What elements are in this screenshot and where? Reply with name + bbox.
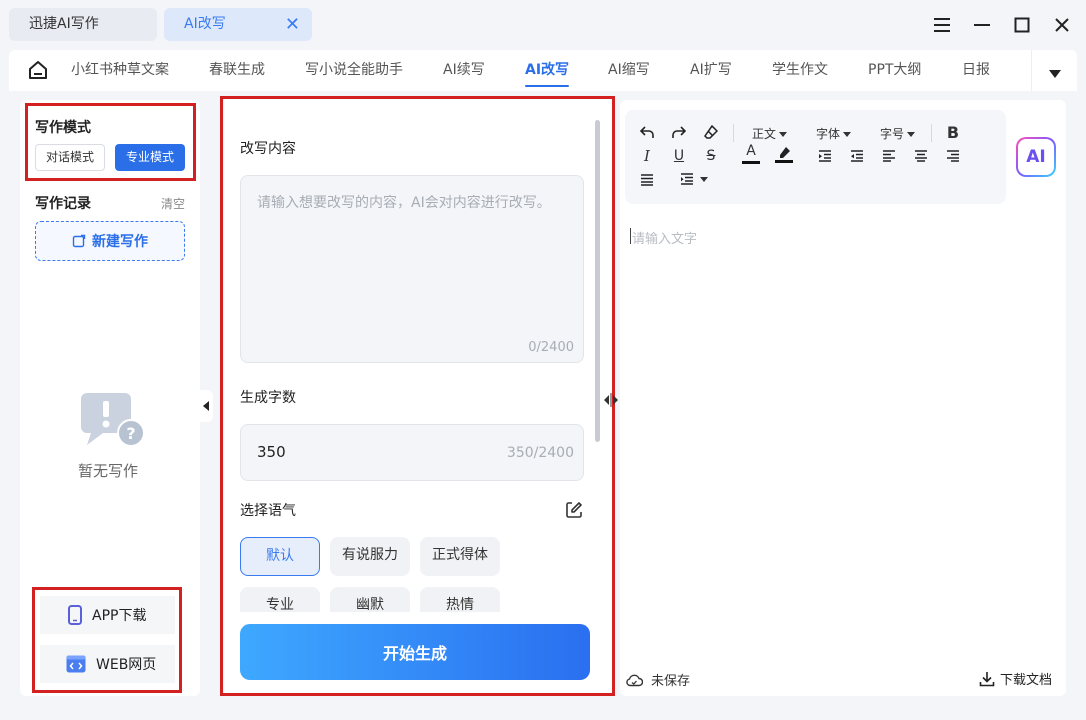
nav-item-ai-expand[interactable]: AI扩写 xyxy=(690,50,732,91)
line-height-icon xyxy=(681,173,693,185)
nav-item-chunlian[interactable]: 春联生成 xyxy=(209,50,265,91)
italic-button[interactable]: I xyxy=(636,145,658,167)
menu-icon[interactable] xyxy=(929,12,955,38)
highlight-box-download xyxy=(32,587,182,693)
tab-close-icon[interactable]: ✕ xyxy=(285,8,300,41)
nav-item-ai-shorten[interactable]: AI缩写 xyxy=(608,50,650,91)
nav-item-student-essay[interactable]: 学生作文 xyxy=(772,50,828,91)
font-size-dropdown[interactable]: 字号 xyxy=(880,125,916,142)
eraser-icon[interactable] xyxy=(700,121,722,143)
new-writing-label: 新建写作 xyxy=(92,234,148,250)
indent-increase-icon[interactable] xyxy=(814,145,836,167)
ai-badge-label: AI xyxy=(1018,139,1054,175)
tab-label: AI改写 xyxy=(184,16,226,32)
redo-icon[interactable] xyxy=(668,121,690,143)
toolbar-divider xyxy=(733,124,734,142)
maximize-icon[interactable] xyxy=(1009,12,1035,38)
highlight-color-icon[interactable] xyxy=(773,143,795,165)
undo-icon[interactable] xyxy=(636,121,658,143)
nav-item-ppt-outline[interactable]: PPT大纲 xyxy=(868,50,921,91)
new-writing-button[interactable]: 新建写作 xyxy=(35,221,185,261)
download-label: 下载文档 xyxy=(1000,673,1053,688)
home-icon[interactable] xyxy=(27,59,49,81)
feature-nav-bar: 小红书种草文案 春联生成 写小说全能助手 AI续写 AI改写 AI缩写 AI扩写… xyxy=(9,50,1077,91)
download-document-button[interactable]: 下载文档 xyxy=(979,669,1052,688)
clear-records-link[interactable]: 清空 xyxy=(161,195,185,212)
minimize-icon[interactable] xyxy=(969,12,995,38)
cloud-icon xyxy=(626,674,643,686)
toolbar-divider xyxy=(931,124,932,142)
nav-item-xiaohongshu[interactable]: 小红书种草文案 xyxy=(71,50,169,91)
nav-divider xyxy=(1031,50,1032,91)
nav-item-ai-rewrite[interactable]: AI改写 xyxy=(525,50,570,91)
align-center-icon[interactable] xyxy=(910,145,932,167)
nav-item-novel-assistant[interactable]: 写小说全能助手 xyxy=(305,50,403,91)
tab-ai-rewrite[interactable]: AI改写 ✕ xyxy=(164,8,312,41)
writing-record-title: 写作记录 xyxy=(35,196,91,212)
align-justify-icon[interactable] xyxy=(636,169,658,191)
highlight-box-mode xyxy=(25,103,196,181)
resize-handle-icon[interactable] xyxy=(603,393,619,407)
title-bar: 迅捷AI写作 AI改写 ✕ xyxy=(0,0,1086,50)
tab-xunjie-ai[interactable]: 迅捷AI写作 xyxy=(9,8,157,41)
collapse-sidebar-handle[interactable] xyxy=(199,390,213,422)
nav-more-icon[interactable] xyxy=(1049,66,1061,82)
download-icon xyxy=(979,671,995,686)
paragraph-style-dropdown[interactable]: 正文 xyxy=(752,125,788,142)
highlight-box-form xyxy=(220,96,615,696)
empty-state-icon: ? xyxy=(79,391,147,449)
svg-text:?: ? xyxy=(126,424,135,443)
close-icon[interactable] xyxy=(1049,12,1075,38)
nav-item-ai-continue[interactable]: AI续写 xyxy=(443,50,485,91)
line-height-dropdown[interactable] xyxy=(680,173,708,185)
align-right-icon[interactable] xyxy=(942,145,964,167)
strikethrough-button[interactable]: S xyxy=(700,145,722,167)
align-left-icon[interactable] xyxy=(878,145,900,167)
nav-item-daily-report[interactable]: 日报 xyxy=(962,50,990,91)
text-cursor xyxy=(630,228,631,244)
save-status-text: 未保存 xyxy=(651,674,691,689)
save-status: 未保存 xyxy=(625,670,690,689)
underline-button[interactable]: U xyxy=(668,145,690,167)
bold-button[interactable]: B xyxy=(942,121,964,143)
font-color-bar xyxy=(742,161,760,164)
empty-state-text: 暂无写作 xyxy=(78,462,139,480)
ai-assistant-badge[interactable]: AI xyxy=(1016,137,1056,177)
font-color-button[interactable]: A xyxy=(740,143,762,165)
font-family-dropdown[interactable]: 字体 xyxy=(816,125,852,142)
editor-placeholder[interactable]: 请输入文字 xyxy=(632,228,697,247)
new-document-icon xyxy=(72,234,86,248)
font-color-letter: A xyxy=(746,143,756,159)
indent-decrease-icon[interactable] xyxy=(846,145,868,167)
